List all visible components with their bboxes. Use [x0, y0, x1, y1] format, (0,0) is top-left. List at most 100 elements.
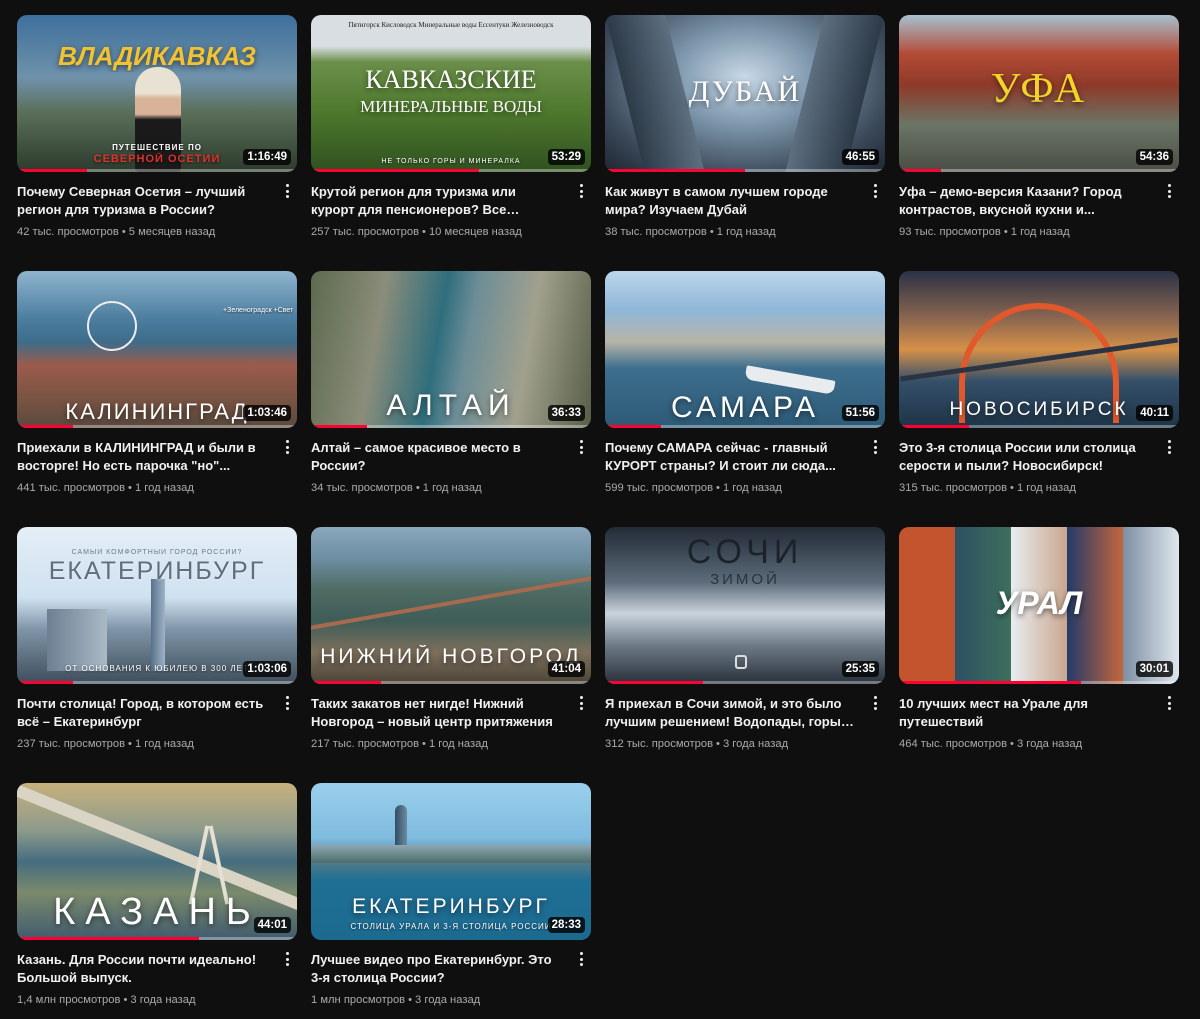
upload-age: 1 год назад: [134, 738, 194, 750]
video-title[interactable]: Таких закатов нет нигде! Нижний Новгород…: [311, 695, 561, 731]
upload-age: 1 год назад: [722, 482, 782, 494]
video-thumbnail[interactable]: САМАРА 51:56: [605, 271, 885, 428]
view-count: 441 тыс. просмотров: [17, 482, 126, 494]
duration-badge: 53:29: [547, 149, 585, 165]
building-shape: [47, 609, 107, 671]
video-thumbnail[interactable]: НОВОСИБИРСК 40:11: [899, 271, 1179, 428]
upload-age: 1 год назад: [716, 226, 776, 238]
more-actions-button[interactable]: [279, 949, 295, 969]
video-title[interactable]: Уфа – демо-версия Казани? Город контраст…: [899, 183, 1149, 219]
video-card[interactable]: УФА 54:36 Уфа – демо-версия Казани? Горо…: [899, 15, 1179, 240]
video-title[interactable]: Алтай – самое красивое место в России?: [311, 439, 561, 475]
upload-age: 5 месяцев назад: [128, 226, 216, 238]
more-actions-button[interactable]: [867, 437, 883, 457]
thumbnail-text-2: ЗИМОЙ: [710, 571, 780, 588]
video-title[interactable]: Крутой регион для туризма или курорт для…: [311, 183, 561, 219]
video-card[interactable]: +Зеленоградск +Светлогорск КАЛИНИНГРАД 1…: [17, 271, 297, 496]
video-thumbnail[interactable]: СОЧИ ЗИМОЙ 25:35: [605, 527, 885, 684]
video-card[interactable]: УРАЛ 30:01 10 лучших мест на Урале для п…: [899, 527, 1179, 752]
video-title[interactable]: Приехали в КАЛИНИНГРАД и были в восторге…: [17, 439, 267, 475]
video-card[interactable]: ДУБАЙ 46:55 Как живут в самом лучшем гор…: [605, 15, 885, 240]
video-stats: 441 тыс. просмотров • 1 год назад: [17, 482, 194, 494]
video-thumbnail[interactable]: УРАЛ 30:01: [899, 527, 1179, 684]
thumbnail-toptext: САМЫЙ КОМФОРТНЫЙ ГОРОД РОССИИ?: [71, 549, 243, 556]
video-stats: 93 тыс. просмотров • 1 год назад: [899, 226, 1070, 238]
thumbnail-text: ЕКАТЕРИНБУРГ: [352, 895, 550, 918]
duration-badge: 30:01: [1135, 661, 1173, 677]
video-stats: 237 тыс. просмотров • 1 год назад: [17, 738, 194, 750]
video-thumbnail[interactable]: ДУБАЙ 46:55: [605, 15, 885, 172]
video-card[interactable]: СОЧИ ЗИМОЙ 25:35 Я приехал в Сочи зимой,…: [605, 527, 885, 752]
video-thumbnail[interactable]: +Зеленоградск +Светлогорск КАЛИНИНГРАД 1…: [17, 271, 297, 428]
more-actions-button[interactable]: [1161, 693, 1177, 713]
video-title[interactable]: Как живут в самом лучшем городе мира? Из…: [605, 183, 855, 219]
video-thumbnail[interactable]: АЛТАЙ 36:33: [311, 271, 591, 428]
video-title[interactable]: Почему Северная Осетия – лучший регион д…: [17, 183, 267, 219]
thumbnail-toptext: Пятигорск Кисловодск Минеральные воды Ес…: [348, 21, 554, 29]
upload-age: 1 год назад: [134, 482, 194, 494]
more-actions-button[interactable]: [279, 693, 295, 713]
view-count: 217 тыс. просмотров: [311, 738, 420, 750]
duration-badge: 46:55: [841, 149, 879, 165]
video-stats: 1,4 млн просмотров • 3 года назад: [17, 994, 196, 1006]
video-card[interactable]: КАЗАНЬ 44:01 Казань. Для России почти ид…: [17, 783, 297, 1008]
video-card[interactable]: НОВОСИБИРСК 40:11 Это 3-я столица России…: [899, 271, 1179, 496]
bridge-shape: [311, 574, 591, 632]
view-count: 93 тыс. просмотров: [899, 226, 1001, 238]
view-count: 1 млн просмотров: [311, 994, 406, 1006]
duration-badge: 44:01: [253, 917, 291, 933]
upload-age: 3 года назад: [130, 994, 196, 1006]
video-thumbnail[interactable]: Пятигорск Кисловодск Минеральные воды Ес…: [311, 15, 591, 172]
video-stats: 42 тыс. просмотров • 5 месяцев назад: [17, 226, 216, 238]
video-thumbnail[interactable]: КАЗАНЬ 44:01: [17, 783, 297, 940]
view-count: 464 тыс. просмотров: [899, 738, 1008, 750]
more-actions-button[interactable]: [573, 181, 589, 201]
video-card[interactable]: САМАРА 51:56 Почему САМАРА сейчас - глав…: [605, 271, 885, 496]
video-thumbnail[interactable]: ЕКАТЕРИНБУРГ СТОЛИЦА УРАЛА И 3-Я СТОЛИЦА…: [311, 783, 591, 940]
upload-age: 1 год назад: [422, 482, 482, 494]
video-title[interactable]: Почему САМАРА сейчас - главный КУРОРТ ст…: [605, 439, 855, 475]
video-card[interactable]: САМЫЙ КОМФОРТНЫЙ ГОРОД РОССИИ? ЕКАТЕРИНБ…: [17, 527, 297, 752]
video-thumbnail[interactable]: САМЫЙ КОМФОРТНЫЙ ГОРОД РОССИИ? ЕКАТЕРИНБ…: [17, 527, 297, 684]
view-count: 42 тыс. просмотров: [17, 226, 119, 238]
more-actions-button[interactable]: [573, 949, 589, 969]
thumbnail-subtext: +Зеленоградск +Светлогорск: [223, 307, 293, 314]
video-stats: 38 тыс. просмотров • 1 год назад: [605, 226, 776, 238]
video-title[interactable]: Я приехал в Сочи зимой, и это было лучши…: [605, 695, 855, 731]
video-title[interactable]: Казань. Для России почти идеально! Больш…: [17, 951, 267, 987]
video-title[interactable]: Почти столица! Город, в котором есть всё…: [17, 695, 267, 731]
more-actions-button[interactable]: [867, 693, 883, 713]
tower-shape: [151, 579, 165, 671]
video-stats: 257 тыс. просмотров • 10 месяцев назад: [311, 226, 522, 238]
video-stats: 1 млн просмотров • 3 года назад: [311, 994, 481, 1006]
duration-badge: 41:04: [547, 661, 585, 677]
duration-badge: 40:11: [1136, 405, 1173, 421]
duration-badge: 25:35: [841, 661, 879, 677]
more-actions-button[interactable]: [1161, 181, 1177, 201]
thumbnail-text: УРАЛ: [995, 585, 1083, 621]
more-actions-button[interactable]: [279, 181, 295, 201]
upload-age: 3 года назад: [415, 994, 481, 1006]
upload-age: 10 месяцев назад: [428, 226, 522, 238]
more-actions-button[interactable]: [573, 437, 589, 457]
video-thumbnail[interactable]: УФА 54:36: [899, 15, 1179, 172]
video-thumbnail[interactable]: ВЛАДИКАВКАЗ ПУТЕШЕСТВИЕ ПО СЕВЕРНОЙ ОСЕТ…: [17, 15, 297, 172]
more-actions-button[interactable]: [279, 437, 295, 457]
view-count: 237 тыс. просмотров: [17, 738, 126, 750]
video-title[interactable]: 10 лучших мест на Урале для путешествий: [899, 695, 1149, 731]
video-card[interactable]: НИЖНИЙ НОВГОРОД 41:04 Таких закатов нет …: [311, 527, 591, 752]
upload-age: 3 года назад: [1016, 738, 1083, 750]
video-stats: 599 тыс. просмотров • 1 год назад: [605, 482, 782, 494]
thumbnail-text: СОЧИ: [686, 533, 804, 571]
video-title[interactable]: Это 3-я столица России или столица серос…: [899, 439, 1149, 475]
more-actions-button[interactable]: [867, 181, 883, 201]
video-card[interactable]: ВЛАДИКАВКАЗ ПУТЕШЕСТВИЕ ПО СЕВЕРНОЙ ОСЕТ…: [17, 15, 297, 240]
video-title[interactable]: Лучшее видео про Екатеринбург. Это 3-я с…: [311, 951, 561, 987]
thumbnail-text-2: МИНЕРАЛЬНЫЕ ВОДЫ: [360, 97, 542, 116]
video-thumbnail[interactable]: НИЖНИЙ НОВГОРОД 41:04: [311, 527, 591, 684]
video-card[interactable]: ЕКАТЕРИНБУРГ СТОЛИЦА УРАЛА И 3-Я СТОЛИЦА…: [311, 783, 591, 1008]
more-actions-button[interactable]: [1161, 437, 1177, 457]
video-card[interactable]: АЛТАЙ 36:33 Алтай – самое красивое место…: [311, 271, 591, 496]
video-card[interactable]: Пятигорск Кисловодск Минеральные воды Ес…: [311, 15, 591, 240]
more-actions-button[interactable]: [573, 693, 589, 713]
